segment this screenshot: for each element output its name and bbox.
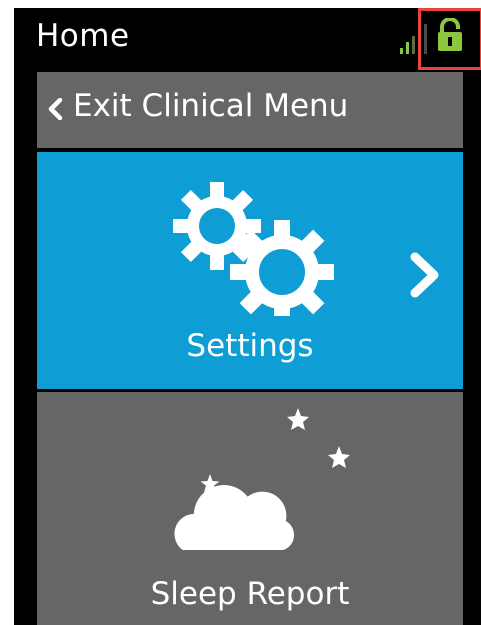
page-title: Home: [36, 18, 130, 54]
chevron-left-icon: [48, 98, 63, 120]
exit-clinical-menu-button[interactable]: Exit Clinical Menu: [37, 72, 463, 148]
device-frame: Home Exit Clinical Menu Settings Sleep R…: [0, 0, 481, 625]
sleep-report-menu-item[interactable]: Sleep Report: [37, 392, 463, 625]
exit-clinical-menu-label: Exit Clinical Menu: [73, 88, 349, 124]
sleep-report-label: Sleep Report: [150, 576, 350, 612]
moon-cloud-stars-icon: [170, 408, 350, 554]
settings-label: Settings: [186, 328, 314, 364]
device-screen: Home Exit Clinical Menu Settings Sleep R…: [14, 8, 481, 625]
gears-icon: [173, 182, 334, 316]
unlocked-padlock-icon[interactable]: [437, 18, 463, 52]
chevron-right-icon: [410, 252, 439, 298]
settings-menu-item[interactable]: Settings: [37, 152, 463, 389]
